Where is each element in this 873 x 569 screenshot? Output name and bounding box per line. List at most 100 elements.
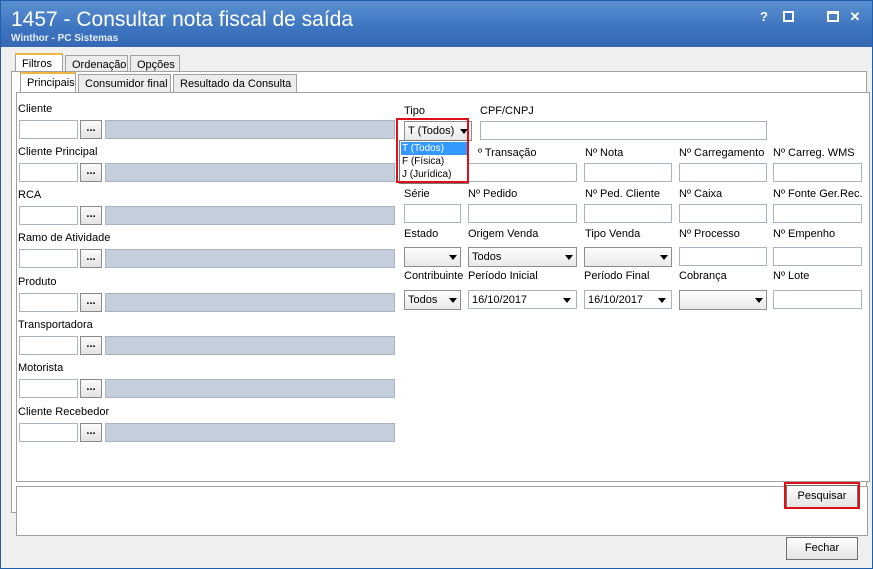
- caixa-input[interactable]: [679, 204, 767, 223]
- ramo-atividade-code-input[interactable]: [19, 249, 78, 268]
- fonte-ger-rec-input[interactable]: [773, 204, 862, 223]
- tab-principais[interactable]: Principais: [20, 72, 76, 93]
- nota-input[interactable]: [584, 163, 672, 182]
- window-body: Filtros Ordenação Opções Principais Cons…: [5, 49, 870, 566]
- fechar-label: Fechar: [804, 542, 840, 554]
- cobranca-label: Cobrança: [679, 270, 727, 282]
- tipo-option-juridica[interactable]: J (Jurídica): [401, 168, 467, 181]
- origem-venda-value: Todos: [472, 251, 502, 263]
- transportadora-lookup-button[interactable]: ...: [80, 336, 102, 355]
- carreg-wms-input[interactable]: [773, 163, 862, 182]
- chevron-down-icon[interactable]: [565, 255, 573, 260]
- serie-input[interactable]: [404, 204, 461, 223]
- lote-input[interactable]: [773, 290, 862, 309]
- contribuinte-label: Contribuinte: [404, 270, 464, 282]
- chevron-down-icon[interactable]: [660, 255, 668, 260]
- footer-panel: [16, 486, 868, 536]
- tab-resultado-consulta[interactable]: Resultado da Consulta: [173, 74, 297, 93]
- motorista-code-input[interactable]: [19, 379, 78, 398]
- cobranca-select[interactable]: [679, 290, 767, 310]
- transportadora-code-input[interactable]: [19, 336, 78, 355]
- periodo-inicial-label: Período Inicial: [468, 270, 538, 282]
- ramo-atividade-name-field: [105, 249, 395, 268]
- fechar-button[interactable]: Fechar: [786, 537, 858, 560]
- periodo-final-label: Período Final: [584, 270, 650, 282]
- tipo-option-todos[interactable]: T (Todos): [401, 142, 467, 155]
- chevron-down-icon[interactable]: [449, 298, 457, 303]
- cliente-recebedor-lookup-button[interactable]: ...: [80, 423, 102, 442]
- tab-resultado-consulta-label: Resultado da Consulta: [180, 78, 292, 90]
- transportadora-name-field: [105, 336, 395, 355]
- tab-principais-label: Principais: [27, 77, 75, 89]
- chevron-down-icon[interactable]: [658, 298, 666, 303]
- rca-lookup-button[interactable]: ...: [80, 206, 102, 225]
- cliente-name-field: [105, 120, 395, 139]
- rca-code-input[interactable]: [19, 206, 78, 225]
- cliente-label: Cliente: [18, 103, 53, 115]
- chevron-down-icon[interactable]: [755, 298, 763, 303]
- tipo-select[interactable]: T (Todos): [404, 121, 472, 141]
- chevron-down-icon[interactable]: [563, 298, 571, 303]
- periodo-inicial-date[interactable]: 16/10/2017: [468, 290, 577, 309]
- cliente-lookup-button[interactable]: ...: [80, 120, 102, 139]
- fonte-ger-rec-label: Nº Fonte Ger.Rec.: [773, 188, 863, 200]
- empenho-label: Nº Empenho: [773, 228, 836, 240]
- caixa-label: Nº Caixa: [679, 188, 723, 200]
- periodo-final-date[interactable]: 16/10/2017: [584, 290, 672, 309]
- cpf-cnpj-input[interactable]: [480, 121, 767, 140]
- maximize-icon[interactable]: [825, 9, 841, 25]
- cliente-principal-label: Cliente Principal: [18, 146, 98, 158]
- transacao-input[interactable]: [468, 163, 577, 182]
- cliente-principal-lookup-button[interactable]: ...: [80, 163, 102, 182]
- origem-venda-select[interactable]: Todos: [468, 247, 577, 267]
- pedido-input[interactable]: [468, 204, 577, 223]
- periodo-final-value: 16/10/2017: [588, 294, 644, 306]
- empenho-input[interactable]: [773, 247, 862, 266]
- close-icon[interactable]: ✕: [847, 9, 863, 25]
- tab-consumidor-final-label: Consumidor final: [85, 78, 168, 90]
- tab-consumidor-final[interactable]: Consumidor final: [78, 74, 171, 93]
- filtros-panel: Principais Consumidor final Resultado da…: [11, 71, 870, 536]
- carregamento-label: Nº Carregamento: [679, 147, 765, 159]
- tipo-venda-label: Tipo Venda: [585, 228, 641, 240]
- produto-lookup-button[interactable]: ...: [80, 293, 102, 312]
- estado-select[interactable]: [404, 247, 461, 267]
- contribuinte-value: Todos: [408, 294, 438, 306]
- restore-icon[interactable]: [781, 9, 797, 25]
- tipo-dropdown-list: T (Todos) F (Física) J (Jurídica): [399, 140, 469, 184]
- processo-input[interactable]: [679, 247, 767, 266]
- motorista-name-field: [105, 379, 395, 398]
- cliente-code-input[interactable]: [19, 120, 78, 139]
- ramo-atividade-lookup-button[interactable]: ...: [80, 249, 102, 268]
- origem-venda-label: Origem Venda: [468, 228, 539, 240]
- chevron-down-icon[interactable]: [460, 129, 468, 134]
- tipo-venda-select[interactable]: [584, 247, 672, 267]
- title-bar[interactable]: 1457 - Consultar nota fiscal de saída Wi…: [1, 1, 872, 47]
- window-subtitle: Winthor - PC Sistemas: [11, 33, 119, 44]
- produto-code-input[interactable]: [19, 293, 78, 312]
- cpf-cnpj-label: CPF/CNPJ: [480, 105, 534, 117]
- pesquisar-button[interactable]: Pesquisar: [786, 485, 858, 508]
- rca-label: RCA: [18, 189, 42, 201]
- ped-cliente-input[interactable]: [584, 204, 672, 223]
- help-button[interactable]: ?: [756, 9, 772, 25]
- cliente-principal-code-input[interactable]: [19, 163, 78, 182]
- periodo-inicial-value: 16/10/2017: [472, 294, 528, 306]
- tipo-select-value: T (Todos): [408, 125, 455, 137]
- tipo-label: Tipo: [404, 105, 425, 117]
- ramo-atividade-label: Ramo de Atividade: [18, 232, 111, 244]
- chevron-down-icon[interactable]: [449, 255, 457, 260]
- contribuinte-select[interactable]: Todos: [404, 290, 461, 310]
- tipo-option-fisica[interactable]: F (Física): [401, 155, 467, 168]
- serie-label: Série: [404, 188, 430, 200]
- carregamento-input[interactable]: [679, 163, 767, 182]
- window-title: 1457 - Consultar nota fiscal de saída: [11, 8, 354, 31]
- motorista-lookup-button[interactable]: ...: [80, 379, 102, 398]
- tab-filtros-label: Filtros: [22, 58, 52, 70]
- transportadora-label: Transportadora: [18, 319, 93, 331]
- cliente-recebedor-code-input[interactable]: [19, 423, 78, 442]
- produto-name-field: [105, 293, 395, 312]
- rca-name-field: [105, 206, 395, 225]
- pesquisar-label: Pesquisar: [797, 490, 847, 502]
- cliente-recebedor-label: Cliente Recebedor: [18, 406, 110, 418]
